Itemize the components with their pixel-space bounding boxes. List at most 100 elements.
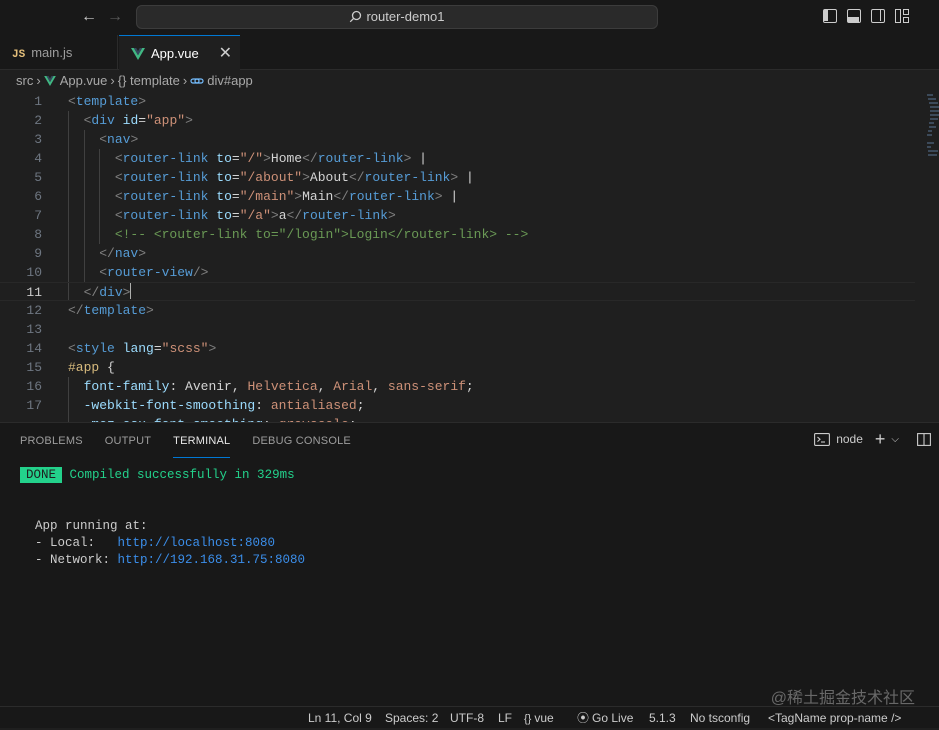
indentation-setting[interactable]: Spaces: 2: [385, 707, 438, 729]
code-line: 3 <nav>: [0, 130, 915, 149]
tab-terminal[interactable]: TERMINAL: [173, 423, 231, 458]
tab-debug-console[interactable]: DEBUG CONSOLE: [252, 423, 351, 458]
code-line: 12 </template>: [0, 301, 915, 320]
terminal-shell-name[interactable]: node: [836, 432, 863, 446]
go-live-button[interactable]: ⦿ Go Live: [577, 707, 633, 729]
javascript-file-icon: JS: [12, 49, 26, 61]
breadcrumb-folder[interactable]: src: [16, 73, 33, 88]
status-bar: Ln 11, Col 9 Spaces: 2 UTF-8 LF {} vue ⦿ G…: [0, 706, 939, 728]
code-line: 2 <div id="app">: [0, 111, 915, 130]
broadcast-icon: ⦿: [577, 711, 590, 725]
end-of-line[interactable]: LF: [498, 707, 512, 729]
code-line: 9 </nav>: [0, 244, 915, 263]
layout-controls: [823, 9, 909, 23]
code-line: 4 <router-link to="/">Home</router-link>…: [0, 149, 915, 168]
new-terminal-plus-icon[interactable]: +: [875, 430, 886, 448]
code-editor[interactable]: 1 <template> 2 <div id="app"> 3 <nav> 4 <…: [0, 92, 939, 422]
network-url-link[interactable]: http://192.168.31.75:8080: [118, 553, 306, 567]
line-number: 10: [26, 265, 42, 280]
back-arrow-icon[interactable]: ←: [80, 8, 98, 26]
tab-label: App.vue: [151, 46, 199, 61]
code-line: 5 <router-link to="/about">About</router…: [0, 168, 915, 187]
language-label: vue: [534, 711, 554, 725]
code-line: -moz-osx-font-smoothing: grayscale;: [0, 415, 915, 422]
toggle-primary-sidebar-icon[interactable]: [823, 9, 837, 23]
tab-app-vue[interactable]: App.vue ✕: [119, 35, 240, 71]
code-line: 8 <!-- <router-link to="/login">Login</r…: [0, 225, 915, 244]
chevron-right-icon: ›: [182, 73, 188, 88]
panel-actions: node + ⌵: [814, 430, 931, 448]
compiled-message: Compiled successfully in 329ms: [69, 468, 295, 482]
file-encoding[interactable]: UTF-8: [450, 707, 484, 729]
toggle-secondary-sidebar-icon[interactable]: [871, 9, 885, 23]
code-line: 6 <router-link to="/main">Main</router-l…: [0, 187, 915, 206]
line-number: 2: [34, 113, 42, 128]
chevron-down-icon[interactable]: ⌵: [891, 434, 899, 445]
line-number: 12: [26, 303, 42, 318]
code-line: 7 <router-link to="/a">a</router-link>: [0, 206, 915, 225]
line-number: 6: [34, 189, 42, 204]
code-line: 13: [0, 320, 915, 339]
customize-layout-icon[interactable]: [895, 9, 909, 23]
split-terminal-icon[interactable]: [917, 432, 931, 446]
line-number: 14: [26, 341, 42, 356]
terminal-icon: [814, 432, 831, 446]
code-line: 16 font-family: Avenir, Helvetica, Arial…: [0, 377, 915, 396]
title-bar: ← → router-demo1: [0, 0, 939, 35]
line-number: 4: [34, 151, 42, 166]
line-number: 1: [34, 94, 42, 109]
minimap[interactable]: [925, 92, 939, 162]
command-center-search[interactable]: router-demo1: [136, 5, 658, 29]
element-symbol-icon: [190, 78, 204, 84]
tab-label: main.js: [31, 45, 73, 60]
code-line: 14 <style lang="scss">: [0, 339, 915, 358]
tab-problems[interactable]: PROBLEMS: [20, 423, 83, 458]
tab-main-js[interactable]: JS main.js: [0, 35, 118, 70]
code-line: 17 -webkit-font-smoothing: antialiased;: [0, 396, 915, 415]
local-label: - Local:: [35, 536, 118, 550]
vue-file-icon: [131, 48, 145, 60]
chevron-right-icon: ›: [36, 73, 41, 88]
breadcrumb-element[interactable]: div#app: [207, 73, 253, 88]
line-number: 3: [34, 132, 42, 147]
code-line: 15 #app {: [0, 358, 915, 377]
braces-icon: {}: [524, 713, 532, 725]
line-number: 7: [34, 208, 42, 223]
breadcrumb: src › App.vue ›{} template › div#app: [0, 70, 939, 92]
breadcrumb-section[interactable]: {} template: [118, 73, 180, 88]
forward-arrow-icon[interactable]: →: [106, 8, 124, 26]
search-icon: [350, 10, 362, 23]
command-center-text: router-demo1: [366, 9, 445, 24]
line-number: 16: [26, 379, 42, 394]
language-mode[interactable]: {} vue: [524, 707, 554, 729]
network-label: - Network:: [35, 553, 118, 567]
close-icon[interactable]: ✕: [219, 36, 232, 71]
line-number: 17: [26, 398, 42, 413]
done-badge: DONE: [20, 467, 63, 483]
line-number: 11: [26, 285, 42, 300]
local-url-link[interactable]: http://localhost:8080: [118, 536, 276, 550]
code-line: 1 <template>: [0, 92, 915, 111]
bottom-panel: PROBLEMS OUTPUT TERMINAL DEBUG CONSOLE n…: [0, 422, 939, 706]
vue-file-icon: [43, 76, 56, 86]
typescript-version[interactable]: 5.1.3: [649, 707, 676, 729]
tab-output[interactable]: OUTPUT: [105, 423, 151, 458]
tsconfig-status[interactable]: No tsconfig: [690, 707, 750, 729]
toggle-panel-icon[interactable]: [847, 9, 861, 23]
text-cursor: [130, 283, 132, 299]
terminal-output[interactable]: DONE Compiled successfully in 329ms App …: [20, 467, 305, 569]
line-number: 8: [34, 227, 42, 242]
go-live-label: Go Live: [592, 711, 634, 725]
breadcrumb-file[interactable]: App.vue: [60, 73, 108, 88]
watermark: @稀土掘金技术社区: [770, 690, 915, 707]
line-number: 9: [34, 246, 42, 261]
chevron-right-icon: ›: [110, 73, 115, 88]
cursor-position[interactable]: Ln 11, Col 9: [308, 707, 372, 729]
app-running-text: App running at:: [35, 519, 148, 533]
panel-tabs: PROBLEMS OUTPUT TERMINAL DEBUG CONSOLE: [20, 423, 373, 458]
tag-name-casing[interactable]: <TagName prop-name />: [768, 707, 901, 729]
code-line-current: 11 </div>: [0, 282, 915, 301]
code-line: 10 <router-view/>: [0, 263, 915, 282]
line-number: 5: [34, 170, 42, 185]
line-number: 13: [26, 322, 42, 337]
